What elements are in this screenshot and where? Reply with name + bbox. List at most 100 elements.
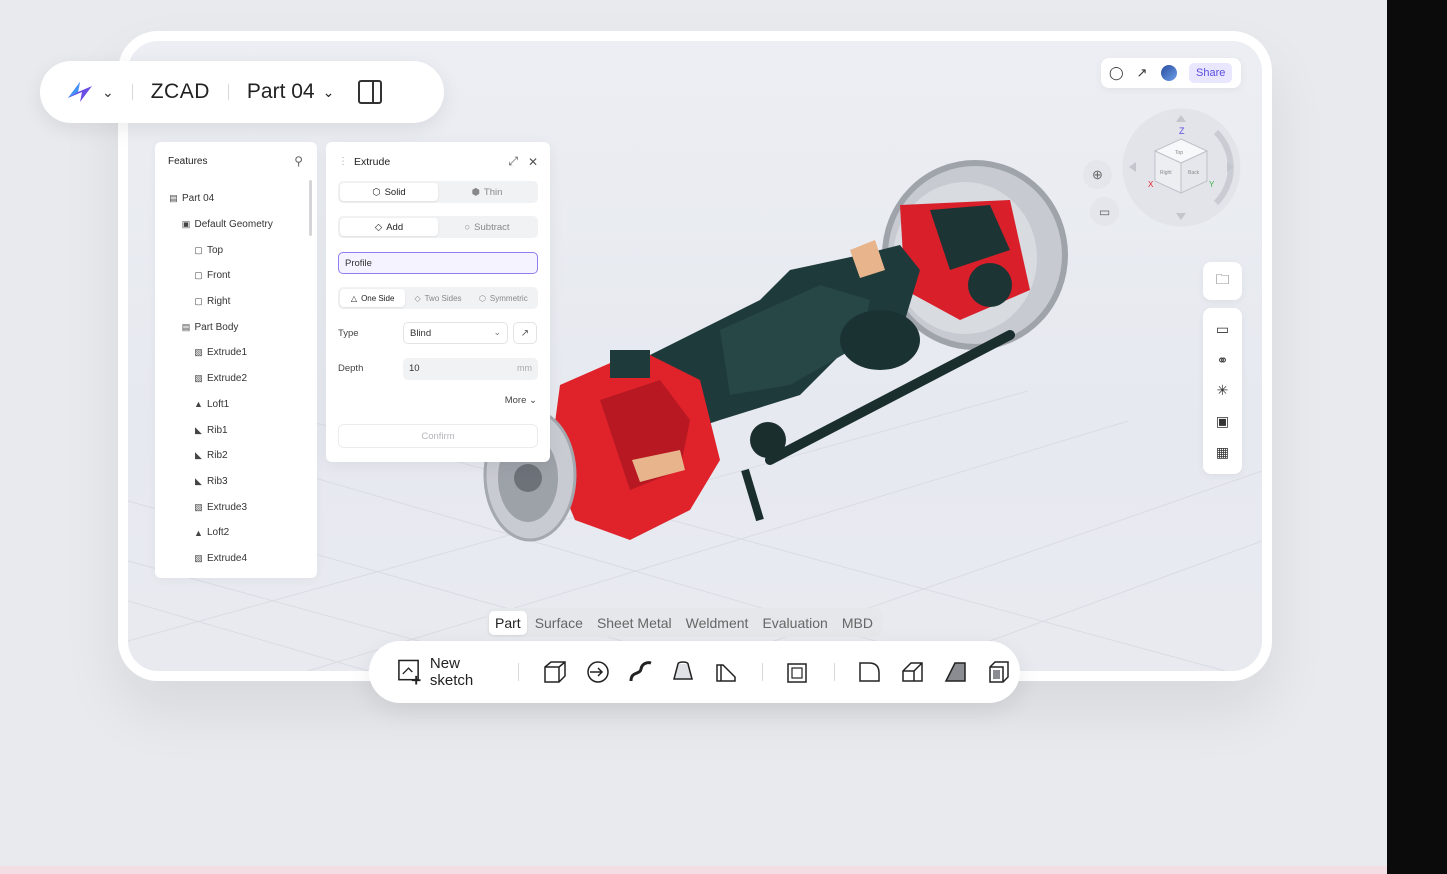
two-sides-option[interactable]: ◇ Two Sides xyxy=(405,289,470,307)
symmetric-icon: ⬡ xyxy=(478,293,486,303)
feature-tree-item[interactable]: ◣ Rib2 xyxy=(155,443,305,469)
extrude-icon: ▧ xyxy=(194,552,203,563)
feature-tree-item[interactable]: ▲ Loft2 xyxy=(155,520,305,546)
cube-face-top: Top xyxy=(1175,150,1183,156)
one-side-option[interactable]: △ One Side xyxy=(340,289,406,307)
sweep-tool-icon[interactable] xyxy=(626,657,655,687)
subtract-option[interactable]: ○ Subtract xyxy=(438,218,536,236)
feature-tree-item[interactable]: ▢ Top xyxy=(155,237,305,263)
loft-tool-icon[interactable] xyxy=(669,657,698,687)
close-icon[interactable]: ✕ xyxy=(528,155,538,169)
tab-mbd[interactable]: MBD xyxy=(836,611,879,635)
feature-tree-item[interactable]: ◣ Rib3 xyxy=(155,469,305,495)
bottom-toolbar: New sketch xyxy=(369,641,1020,703)
plane-icon: ▢ xyxy=(194,296,203,307)
table-icon[interactable]: ▦ xyxy=(1216,444,1229,461)
solid-icon: ⬡ xyxy=(372,186,381,198)
monitor-icon[interactable]: ▭ xyxy=(1216,321,1229,338)
avatar[interactable] xyxy=(1161,65,1177,81)
new-sketch-icon xyxy=(398,659,421,685)
features-scrollbar[interactable] xyxy=(309,180,312,236)
feature-tree-label: Loft2 xyxy=(207,527,230,539)
plane-icon: ▢ xyxy=(194,244,203,255)
zoom-icon[interactable]: ⊕ xyxy=(1083,160,1112,189)
toolbar-divider xyxy=(833,663,835,681)
tab-part[interactable]: Part xyxy=(489,610,527,635)
feature-tree-item[interactable]: ▧ Extrude3 xyxy=(155,494,305,520)
header-divider xyxy=(131,84,133,100)
app-name: ZCAD xyxy=(150,80,210,103)
tab-sheet-metal[interactable]: Sheet Metal xyxy=(591,611,678,635)
shell-tool-icon[interactable] xyxy=(784,657,813,687)
tab-evaluation[interactable]: Evaluation xyxy=(756,611,833,635)
search-icon[interactable]: ⚲ xyxy=(294,154,303,168)
feature-tree-item[interactable]: ▲ Loft1 xyxy=(155,392,305,418)
folder-icon[interactable]: 🗀 xyxy=(1216,269,1230,293)
toolbar-divider xyxy=(518,663,520,681)
feature-tree-item[interactable]: ▤ Part Body xyxy=(155,314,305,340)
feature-tree-item[interactable]: ▣ Default Geometry xyxy=(155,212,305,238)
confirm-button[interactable]: Confirm xyxy=(338,424,538,448)
feature-tree-item[interactable]: ▢ Right xyxy=(155,289,305,315)
thin-option[interactable]: ⬢ Thin xyxy=(438,183,536,201)
feature-tree: ▤ Part 04 ▣ Default Geometry ▢ Top ▢ Front ▢ Righ… xyxy=(155,186,305,571)
tab-surface[interactable]: Surface xyxy=(529,611,589,635)
add-option[interactable]: ◇ Add xyxy=(340,218,438,236)
feature-tree-item[interactable]: ◣ Rib1 xyxy=(155,417,305,443)
rib-tool-icon[interactable] xyxy=(712,657,741,687)
right-toolbar-folder: 🗀 xyxy=(1203,262,1242,300)
type-select[interactable]: Blind ⌄ xyxy=(403,322,508,344)
extrude-icon: ▧ xyxy=(194,501,203,512)
fillet-tool-icon[interactable] xyxy=(856,657,885,687)
toggle-panel-icon[interactable] xyxy=(358,80,383,104)
thicken-tool-icon[interactable] xyxy=(984,657,1013,687)
depth-input[interactable]: 10 mm xyxy=(403,358,538,380)
display-icon[interactable]: ▭ xyxy=(1090,197,1119,226)
axis-z-label: Z xyxy=(1179,126,1185,136)
more-options-toggle[interactable]: More ⌄ xyxy=(505,395,537,406)
symmetric-option[interactable]: ⬡ Symmetric xyxy=(471,289,536,307)
bell-icon[interactable]: ◯ xyxy=(1109,65,1124,81)
feature-tree-label: Extrude4 xyxy=(207,552,248,564)
tab-weldment[interactable]: Weldment xyxy=(680,611,755,635)
new-sketch-button[interactable]: New sketch xyxy=(397,655,504,689)
depth-label: Depth xyxy=(338,363,364,374)
extrude-title: Extrude xyxy=(354,155,391,168)
logo-menu-chevron-icon[interactable]: ⌄ xyxy=(102,84,114,101)
cube-face-right: Right xyxy=(1160,170,1172,176)
chamfer-tool-icon[interactable] xyxy=(898,657,927,687)
drag-handle-icon[interactable]: ⋮ xyxy=(338,156,348,167)
features-title: Features xyxy=(168,155,208,167)
feature-tree-label: Rib2 xyxy=(207,450,228,462)
external-link-icon[interactable]: ↗ xyxy=(1135,65,1149,81)
view-cube[interactable]: Z X Y Top Right Back xyxy=(1121,107,1242,228)
chevron-down-icon[interactable]: ⌄ xyxy=(323,84,335,101)
part-name-dropdown[interactable]: Part 04 xyxy=(247,80,315,104)
revolve-tool-icon[interactable] xyxy=(583,657,612,687)
extrude-icon: ▧ xyxy=(194,373,203,384)
feature-tree-item[interactable]: ▤ Part 04 xyxy=(155,186,305,212)
color-circles-icon[interactable]: ⚭ xyxy=(1217,352,1229,369)
extrude-tool-icon[interactable] xyxy=(540,657,569,687)
clipboard-icon[interactable]: ▣ xyxy=(1216,413,1229,430)
feature-tree-item[interactable]: ▢ Front xyxy=(155,263,305,289)
reverse-direction-icon[interactable]: ↗ xyxy=(513,322,537,344)
draft-tool-icon[interactable] xyxy=(941,657,970,687)
zcad-logo-icon[interactable] xyxy=(64,76,96,108)
body-type-toggle: ⬡ Solid ⬢ Thin xyxy=(338,181,538,203)
sparkle-icon[interactable]: ✳ xyxy=(1217,382,1229,399)
expand-icon[interactable]: ⤢ xyxy=(508,154,518,169)
feature-tree-item[interactable]: ▧ Extrude4 xyxy=(155,546,305,572)
top-right-toolbar: ◯ ↗ Share xyxy=(1101,58,1241,88)
feature-tree-item[interactable]: ▧ Extrude1 xyxy=(155,340,305,366)
operation-toggle: ◇ Add ○ Subtract xyxy=(338,216,538,238)
feature-tree-label: Rib1 xyxy=(207,424,228,436)
header-pill: ⌄ ZCAD Part 04 ⌄ xyxy=(40,61,444,123)
feature-tree-label: Rib3 xyxy=(207,475,228,487)
profile-field[interactable]: Profile xyxy=(338,252,538,274)
feature-tree-item[interactable]: ▧ Extrude2 xyxy=(155,366,305,392)
background-dark-edge xyxy=(1387,0,1447,874)
solid-option[interactable]: ⬡ Solid xyxy=(340,183,438,201)
extrude-icon: ▧ xyxy=(194,347,203,358)
share-button[interactable]: Share xyxy=(1189,63,1233,83)
